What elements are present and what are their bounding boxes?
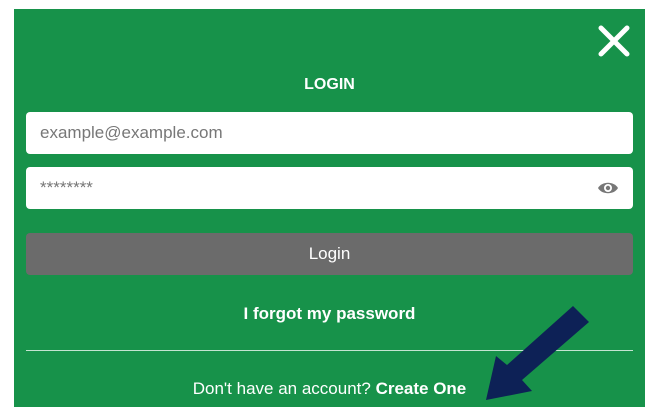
password-field[interactable] — [26, 167, 633, 209]
create-account-link[interactable]: Create One — [376, 379, 467, 398]
close-button[interactable] — [596, 23, 632, 59]
email-field-container — [26, 112, 633, 154]
arrow-icon — [486, 306, 589, 400]
login-button[interactable]: Login — [26, 233, 633, 275]
password-field-container — [26, 167, 633, 209]
eye-icon — [598, 182, 618, 194]
close-icon — [598, 25, 630, 57]
email-field[interactable] — [26, 112, 633, 154]
signup-prompt: Don't have an account? — [192, 379, 371, 398]
login-title: LOGIN — [304, 76, 355, 93]
show-password-toggle[interactable] — [597, 178, 619, 198]
